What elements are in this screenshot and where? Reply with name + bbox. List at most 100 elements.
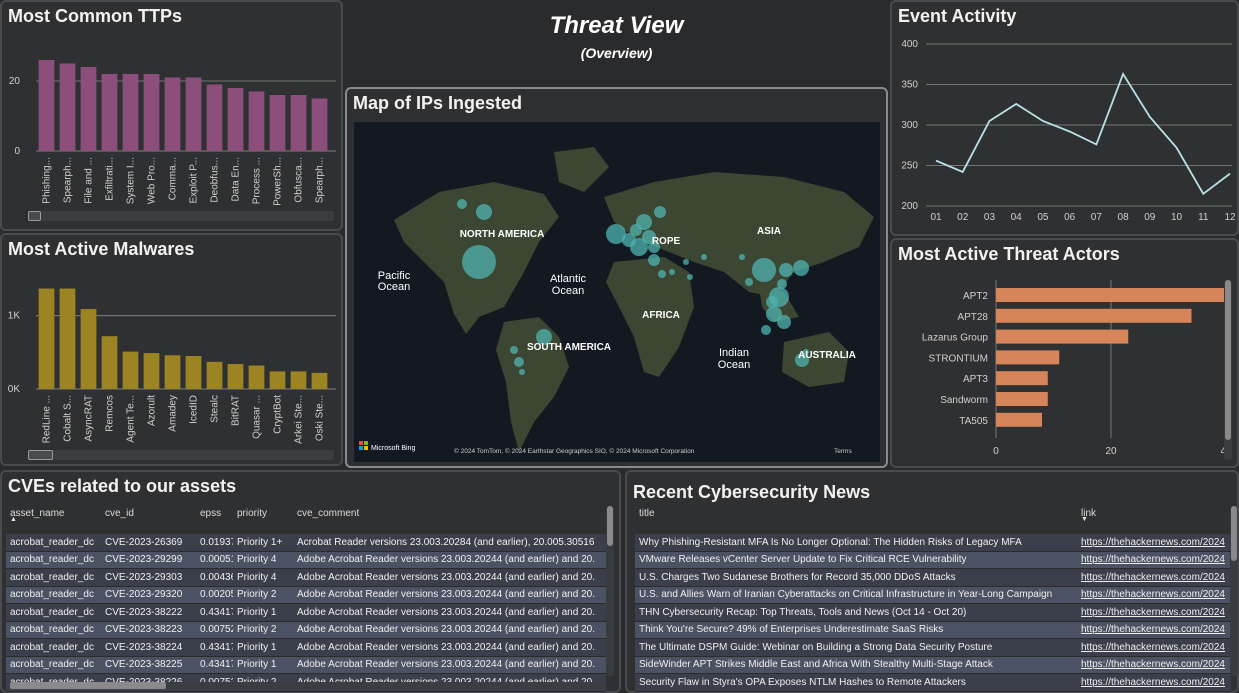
malware-bar[interactable] <box>143 353 160 389</box>
map-ip-bubble[interactable] <box>752 258 776 282</box>
table-row[interactable]: Think You're Secure? 49% of Enterprises … <box>635 621 1231 639</box>
table-row[interactable]: U.S. and Allies Warn of Iranian Cyberatt… <box>635 586 1231 604</box>
table-row[interactable]: acrobat_reader_dc CVE-2023-29320 0.00205 Pr… <box>6 586 606 604</box>
news-link[interactable]: https://thehackernews.com/2024 <box>1077 603 1231 622</box>
table-row[interactable]: acrobat_reader_dc CVE-2023-29299 0.00051 Pr… <box>6 551 606 569</box>
map-ip-bubble[interactable] <box>636 214 652 230</box>
news-column-header[interactable]: title <box>635 508 1077 534</box>
ttps-bar[interactable] <box>38 60 55 151</box>
malware-bar[interactable] <box>206 361 223 389</box>
table-row[interactable]: The Ultimate DSPM Guide: Webinar on Buil… <box>635 638 1231 657</box>
table-row[interactable]: acrobat_reader_dc CVE-2023-38224 0.43417 Pr… <box>6 638 606 657</box>
map-ip-bubble[interactable] <box>761 325 771 335</box>
actors-scroll-thumb[interactable] <box>1225 280 1231 440</box>
news-link[interactable]: https://thehackernews.com/2024 <box>1077 568 1231 587</box>
map-ip-bubble[interactable] <box>648 254 660 266</box>
table-row[interactable]: U.S. Charges Two Sudanese Brothers for R… <box>635 568 1231 587</box>
actors-bar[interactable] <box>996 412 1042 427</box>
map-ip-bubble[interactable] <box>739 254 745 260</box>
map-ip-bubble[interactable] <box>766 296 778 308</box>
ttps-bar[interactable] <box>122 74 139 151</box>
malware-bar[interactable] <box>59 288 76 389</box>
news-link[interactable]: https://thehackernews.com/2024 <box>1077 586 1231 604</box>
ttps-scrollbar[interactable] <box>28 211 334 221</box>
ttps-bar[interactable] <box>143 74 160 151</box>
cves-vscroll-thumb[interactable] <box>607 506 613 546</box>
malware-bar[interactable] <box>80 309 97 389</box>
malware-bar[interactable] <box>101 336 118 389</box>
map-ip-bubble[interactable] <box>476 204 492 220</box>
news-vscrollbar[interactable] <box>1230 506 1238 676</box>
sort-descending-icon[interactable]: ▼ <box>1081 516 1231 523</box>
map-ip-bubble[interactable] <box>779 263 793 277</box>
map-ip-bubble[interactable] <box>462 245 496 279</box>
actors-bar[interactable] <box>996 329 1129 344</box>
news-link[interactable]: https://thehackernews.com/2024 <box>1077 621 1231 639</box>
table-row[interactable]: acrobat_reader_dc CVE-2023-29303 0.00436 Pr… <box>6 568 606 587</box>
map-ip-bubble[interactable] <box>683 259 689 265</box>
map-ip-bubble[interactable] <box>777 315 791 329</box>
actors-bar[interactable] <box>996 392 1048 406</box>
malware-bar[interactable] <box>311 372 328 389</box>
ttps-bar[interactable] <box>164 77 181 152</box>
cves-hscrollbar[interactable] <box>10 682 605 689</box>
ttps-bar[interactable] <box>290 95 307 151</box>
news-column-header[interactable]: link ▼ <box>1077 508 1231 534</box>
actors-bar[interactable] <box>996 350 1060 365</box>
map-ip-bubble[interactable] <box>514 357 524 367</box>
ttps-bar[interactable] <box>248 91 265 152</box>
ttps-bar[interactable] <box>80 67 97 151</box>
map-ip-bubble[interactable] <box>654 206 666 218</box>
actors-bar[interactable] <box>996 288 1226 302</box>
news-link[interactable]: https://thehackernews.com/2024 <box>1077 638 1231 657</box>
news-link[interactable]: https://thehackernews.com/2024 <box>1077 534 1231 552</box>
map-ip-bubble[interactable] <box>457 199 467 209</box>
table-row[interactable]: acrobat_reader_dc CVE-2023-38223 0.00752 Pr… <box>6 621 606 639</box>
malware-scrollbar[interactable] <box>28 450 334 460</box>
news-link[interactable]: https://thehackernews.com/2024 <box>1077 656 1231 674</box>
cves-column-header[interactable]: epss <box>196 508 233 534</box>
cves-vscrollbar[interactable] <box>606 506 614 676</box>
cves-column-header[interactable]: asset_name ▲ <box>6 508 101 534</box>
malware-bar[interactable] <box>122 351 139 389</box>
cves-column-header[interactable]: cve_id <box>101 508 196 534</box>
map-ip-bubble[interactable] <box>669 269 675 275</box>
map-ip-bubble[interactable] <box>510 346 518 354</box>
map-ip-bubble[interactable] <box>658 270 666 278</box>
table-row[interactable]: THN Cybersecurity Recap: Top Threats, To… <box>635 603 1231 622</box>
map-ip-bubble[interactable] <box>687 274 693 280</box>
sort-ascending-icon[interactable]: ▲ <box>10 516 101 523</box>
map-ip-bubble[interactable] <box>701 254 707 260</box>
table-row[interactable]: Why Phishing-Resistant MFA Is No Longer … <box>635 534 1231 552</box>
ttps-bar[interactable] <box>101 74 118 151</box>
cves-column-header[interactable]: priority <box>233 508 293 534</box>
map-ip-bubble[interactable] <box>745 278 753 286</box>
table-row[interactable]: Security Flaw in Styra's OPA Exposes NTL… <box>635 673 1231 692</box>
table-row[interactable]: acrobat_reader_dc CVE-2023-38222 0.43417 Pr… <box>6 603 606 622</box>
news-link[interactable]: https://thehackernews.com/2024 <box>1077 551 1231 569</box>
news-vscroll-thumb[interactable] <box>1231 506 1237 561</box>
malware-scroll-thumb[interactable] <box>28 450 53 460</box>
malware-bar[interactable] <box>185 356 202 389</box>
malware-bar[interactable] <box>227 364 244 389</box>
malware-bar[interactable] <box>164 355 181 389</box>
actors-bar[interactable] <box>996 371 1048 386</box>
events-series-line[interactable] <box>935 71 1231 196</box>
table-row[interactable]: acrobat_reader_dc CVE-2023-26369 0.01937 Pr… <box>6 534 606 552</box>
table-row[interactable]: acrobat_reader_dc CVE-2023-38225 0.43417 Pr… <box>6 656 606 674</box>
ttps-bar[interactable] <box>206 84 223 152</box>
news-link[interactable]: https://thehackernews.com/2024 <box>1077 673 1231 692</box>
ttps-scroll-thumb[interactable] <box>28 211 41 221</box>
map-ip-bubble[interactable] <box>519 369 525 375</box>
world-map[interactable]: NORTH AMERICA ROPE ASIA AFRICA SOUTH AMERICA… <box>354 122 880 462</box>
malware-bar[interactable] <box>248 365 265 389</box>
map-ip-bubble[interactable] <box>793 260 809 276</box>
ttps-bar[interactable] <box>59 63 76 152</box>
malware-bar[interactable] <box>38 288 55 389</box>
map-ip-bubble[interactable] <box>777 279 787 289</box>
actors-scrollbar[interactable] <box>1224 280 1232 460</box>
cves-column-header[interactable]: cve_comment <box>293 508 606 534</box>
ttps-bar[interactable] <box>185 77 202 152</box>
table-row[interactable]: VMware Releases vCenter Server Update to… <box>635 551 1231 569</box>
ttps-bar[interactable] <box>227 88 244 151</box>
